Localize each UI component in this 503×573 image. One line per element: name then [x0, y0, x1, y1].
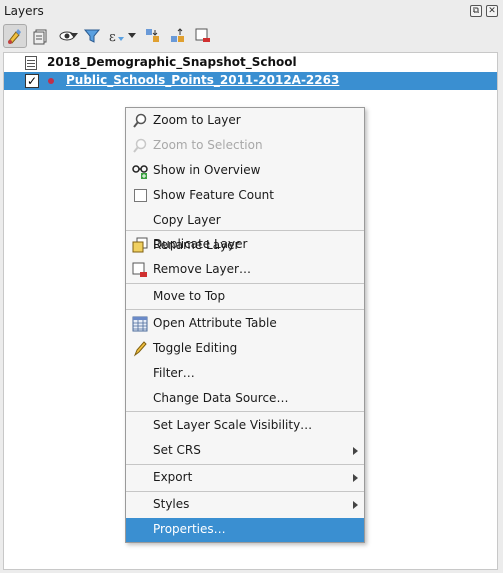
menu-label: Show Feature Count [153, 188, 274, 202]
collapse-all-icon[interactable] [166, 24, 190, 48]
menu-label: Change Data Source… [153, 391, 289, 405]
duplicate-layer-icon [132, 237, 148, 253]
zoom-icon [133, 113, 147, 128]
menu-label: Duplicate Layer [153, 237, 248, 251]
layer-context-menu: Zoom to Layer Zoom to Selection Show in … [125, 107, 365, 543]
menu-label: Remove Layer… [153, 262, 251, 276]
menu-label: Open Attribute Table [153, 316, 277, 330]
menu-label: Styles [153, 497, 190, 511]
menu-show-feature-count[interactable]: Show Feature Count [126, 184, 364, 208]
menu-export[interactable]: Export [126, 466, 364, 490]
menu-label: Set Layer Scale Visibility… [153, 418, 313, 432]
menu-change-data-source[interactable]: Change Data Source… [126, 387, 364, 411]
menu-separator [126, 491, 364, 492]
menu-properties[interactable]: Properties… [126, 518, 364, 542]
menu-separator [126, 283, 364, 284]
expression-filter-dropdown-arrow[interactable] [128, 33, 136, 38]
remove-layer-icon [132, 262, 147, 277]
menu-move-to-top[interactable]: Move to Top [126, 285, 364, 309]
group-icon [25, 56, 37, 70]
menu-label: Set CRS [153, 443, 201, 457]
add-group-icon[interactable] [29, 24, 53, 48]
layer-label: Public_Schools_Points_2011-2012A-2263 [66, 73, 340, 87]
menu-toggle-editing[interactable]: Toggle Editing [126, 337, 364, 361]
menu-label: Toggle Editing [153, 341, 238, 355]
menu-separator [126, 309, 364, 310]
menu-show-in-overview[interactable]: Show in Overview [126, 159, 364, 183]
layers-panel-titlebar: Layers ⧉ ✕ [0, 0, 503, 22]
menu-label: Zoom to Layer [153, 113, 241, 127]
group-label: 2018_Demographic_Snapshot_School [47, 55, 297, 69]
menu-separator [126, 411, 364, 412]
layer-group-row[interactable]: 2018_Demographic_Snapshot_School [4, 54, 497, 72]
remove-layer-icon[interactable] [191, 24, 215, 48]
filter-icon[interactable] [80, 24, 104, 48]
close-icon[interactable]: ✕ [486, 5, 498, 17]
menu-zoom-to-selection: Zoom to Selection [126, 134, 364, 158]
menu-separator [126, 230, 364, 231]
layers-toolbar: ε [0, 22, 503, 50]
submenu-arrow-icon [353, 447, 358, 455]
menu-label: Zoom to Selection [153, 138, 263, 152]
submenu-arrow-icon [353, 501, 358, 509]
submenu-arrow-icon [353, 474, 358, 482]
svg-text:ε: ε [109, 30, 116, 45]
menu-set-layer-scale-visibility[interactable]: Set Layer Scale Visibility… [126, 414, 364, 438]
menu-separator [126, 464, 364, 465]
menu-label: Copy Layer [153, 213, 221, 227]
layer-visibility-checkbox[interactable]: ✓ [25, 74, 39, 88]
menu-open-attribute-table[interactable]: Open Attribute Table [126, 312, 364, 336]
menu-filter[interactable]: Filter… [126, 362, 364, 386]
panel-title: Layers [4, 4, 44, 18]
expression-filter-icon[interactable]: ε [104, 24, 128, 48]
visibility-dropdown-arrow[interactable] [70, 33, 78, 38]
menu-set-crs[interactable]: Set CRS [126, 439, 364, 463]
menu-remove-layer[interactable]: Remove Layer… [126, 258, 364, 282]
menu-label: Properties… [153, 522, 226, 536]
attribute-table-icon [132, 316, 148, 332]
feature-count-checkbox[interactable] [134, 189, 147, 202]
style-manager-icon[interactable] [3, 24, 27, 48]
menu-label: Export [153, 470, 193, 484]
menu-label: Show in Overview [153, 163, 261, 177]
float-icon[interactable]: ⧉ [470, 5, 482, 17]
menu-label: Filter… [153, 366, 195, 380]
menu-styles[interactable]: Styles [126, 493, 364, 517]
expand-all-icon[interactable] [141, 24, 165, 48]
zoom-selection-icon [133, 138, 147, 153]
menu-duplicate-layer[interactable]: Duplicate Layer [126, 233, 364, 257]
layer-row-selected[interactable]: ✓ Public_Schools_Points_2011-2012A-2263 [4, 72, 497, 90]
menu-label: Move to Top [153, 289, 226, 303]
point-symbol-icon [48, 78, 54, 84]
menu-zoom-to-layer[interactable]: Zoom to Layer [126, 109, 364, 133]
overview-icon [132, 165, 148, 179]
pencil-icon [133, 341, 147, 357]
